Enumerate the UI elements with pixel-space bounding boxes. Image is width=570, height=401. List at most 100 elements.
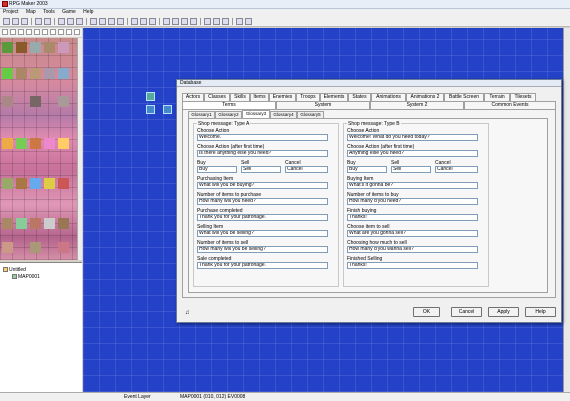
map-scrollbar[interactable] bbox=[563, 28, 570, 392]
a-after-first-field[interactable]: Is there anything else you need? bbox=[197, 150, 328, 157]
ok-button[interactable]: OK bbox=[413, 307, 440, 317]
b-how-much-field[interactable]: How many d'you wanna sell? bbox=[347, 246, 478, 253]
music-icon[interactable] bbox=[236, 18, 243, 25]
tab-skills[interactable]: Skills bbox=[230, 93, 250, 101]
b-finish-buying-field[interactable]: Thanks! bbox=[347, 214, 478, 221]
palette-tool-icon[interactable] bbox=[58, 29, 64, 35]
a-purchase-done-field[interactable]: Thank you for your patronage. bbox=[197, 214, 328, 221]
palette-tool-icon[interactable] bbox=[50, 29, 56, 35]
a-selling-field[interactable]: What will you be selling? bbox=[197, 230, 328, 237]
fullscreen-icon[interactable] bbox=[213, 18, 220, 25]
tab-system-2[interactable]: System 2 bbox=[370, 101, 464, 109]
menu-map[interactable]: Map bbox=[26, 9, 36, 16]
b-choose-sell-field[interactable]: What are you gonna sell? bbox=[347, 230, 478, 237]
help-button[interactable]: Help bbox=[525, 307, 556, 317]
subtab-glossary5[interactable]: Glossary5 bbox=[297, 111, 324, 118]
menu-game[interactable]: Game bbox=[62, 9, 76, 16]
close-project-icon[interactable] bbox=[21, 18, 28, 25]
tab-states[interactable]: States bbox=[348, 93, 371, 101]
chest-tile bbox=[44, 218, 55, 229]
tree-map-item[interactable]: MAP0001 bbox=[12, 274, 40, 280]
tile-palette[interactable] bbox=[0, 38, 77, 260]
map-tree[interactable]: Untitled MAP0001 bbox=[0, 262, 82, 392]
a-num-buy-field[interactable]: How many will you need? bbox=[197, 198, 328, 205]
subtab-glossary2[interactable]: Glossary2 bbox=[215, 111, 242, 118]
tab-common-events[interactable]: Common Events bbox=[464, 101, 556, 109]
furniture-tile bbox=[30, 178, 41, 189]
b-choose-action-field[interactable]: Welcome! What do you need today? bbox=[347, 134, 478, 141]
database-icon[interactable] bbox=[163, 18, 170, 25]
menu-tools[interactable]: Tools bbox=[43, 9, 55, 16]
zoom-8-icon[interactable] bbox=[117, 18, 124, 25]
event-tile[interactable] bbox=[146, 92, 155, 101]
palette-tool-icon[interactable] bbox=[42, 29, 48, 35]
tab-troops[interactable]: Troops bbox=[296, 93, 320, 101]
a-buy-field[interactable]: Buy bbox=[197, 166, 237, 173]
apply-button[interactable]: Apply bbox=[488, 307, 519, 317]
zoom-2-icon[interactable] bbox=[99, 18, 106, 25]
event-tile[interactable] bbox=[163, 105, 172, 114]
palette-tool-icon[interactable] bbox=[26, 29, 32, 35]
music-note-icon[interactable]: ♫ bbox=[185, 310, 190, 316]
tab-actors[interactable]: Actors bbox=[182, 93, 204, 101]
a-sale-done-field[interactable]: Thank you for your patronage. bbox=[197, 262, 328, 269]
tab-elements[interactable]: Elements bbox=[320, 93, 348, 101]
tab-items[interactable]: Items bbox=[250, 93, 269, 101]
save-icon[interactable] bbox=[35, 18, 42, 25]
title-icon[interactable] bbox=[222, 18, 229, 25]
b-after-first-field[interactable]: Anything else you need? bbox=[347, 150, 478, 157]
menu-project[interactable]: Project bbox=[3, 9, 19, 16]
b-buy-field[interactable]: Buy bbox=[347, 166, 387, 173]
a-num-sell-field[interactable]: How many will you be selling? bbox=[197, 246, 328, 253]
tab-animations-2[interactable]: Animations 2 bbox=[406, 93, 444, 101]
search-icon[interactable] bbox=[190, 18, 197, 25]
open-project-icon[interactable] bbox=[12, 18, 19, 25]
b-buying-field[interactable]: What's it gonna be? bbox=[347, 182, 478, 189]
zoom-4-icon[interactable] bbox=[108, 18, 115, 25]
lower-layer-icon[interactable] bbox=[58, 18, 65, 25]
fill-icon[interactable] bbox=[149, 18, 156, 25]
event-tile[interactable] bbox=[146, 105, 155, 114]
a-cancel-field[interactable]: Cancel bbox=[285, 166, 328, 173]
upper-layer-icon[interactable] bbox=[67, 18, 74, 25]
tab-enemies[interactable]: Enemies bbox=[269, 93, 296, 101]
pencil-icon[interactable] bbox=[131, 18, 138, 25]
b-sell-field[interactable]: Sell bbox=[391, 166, 431, 173]
b-cancel-field[interactable]: Cancel bbox=[435, 166, 478, 173]
palette-tool-icon[interactable] bbox=[74, 29, 80, 35]
material-icon[interactable] bbox=[172, 18, 179, 25]
cancel-button[interactable]: Cancel bbox=[451, 307, 482, 317]
revert-icon[interactable] bbox=[44, 18, 51, 25]
new-project-icon[interactable] bbox=[3, 18, 10, 25]
subtab-glossary3[interactable]: Glossary3 bbox=[242, 110, 270, 118]
palette-tool-icon[interactable] bbox=[34, 29, 40, 35]
b-finished-selling-field[interactable]: Thanks! bbox=[347, 262, 478, 269]
event-layer-icon[interactable] bbox=[76, 18, 83, 25]
terms-panel: Glossary1 Glossary2 Glossary3 Glossary4 … bbox=[182, 109, 556, 298]
script-icon[interactable] bbox=[181, 18, 188, 25]
palette-tool-icon[interactable] bbox=[10, 29, 16, 35]
a-purchasing-field[interactable]: What will you be buying? bbox=[197, 182, 328, 189]
tab-battle-screen[interactable]: Battle Screen bbox=[444, 93, 484, 101]
tab-animations[interactable]: Animations bbox=[371, 93, 406, 101]
tab-classes[interactable]: Classes bbox=[204, 93, 230, 101]
play-icon[interactable] bbox=[204, 18, 211, 25]
zoom-1-icon[interactable] bbox=[90, 18, 97, 25]
a-choose-action-field[interactable]: Welcome. bbox=[197, 134, 328, 141]
subtab-glossary4[interactable]: Glossary4 bbox=[270, 111, 297, 118]
subtab-glossary1[interactable]: Glossary1 bbox=[188, 111, 215, 118]
tab-tilesets[interactable]: Tilesets bbox=[510, 93, 536, 101]
help-icon[interactable] bbox=[245, 18, 252, 25]
status-position: MAP0001 (010, 012) EV0008 bbox=[180, 394, 246, 400]
tab-system[interactable]: System bbox=[276, 101, 370, 109]
a-sell-field[interactable]: Sell bbox=[241, 166, 281, 173]
b-num-buy-field[interactable]: How many d'you need? bbox=[347, 198, 478, 205]
tab-terrain[interactable]: Terrain bbox=[484, 93, 510, 101]
palette-tool-icon[interactable] bbox=[18, 29, 24, 35]
palette-tool-icon[interactable] bbox=[2, 29, 8, 35]
tree-root[interactable]: Untitled bbox=[3, 267, 26, 273]
menu-help[interactable]: Help bbox=[83, 9, 93, 16]
rectangle-icon[interactable] bbox=[140, 18, 147, 25]
palette-tool-icon[interactable] bbox=[66, 29, 72, 35]
palette-scrollbar[interactable] bbox=[77, 38, 82, 260]
